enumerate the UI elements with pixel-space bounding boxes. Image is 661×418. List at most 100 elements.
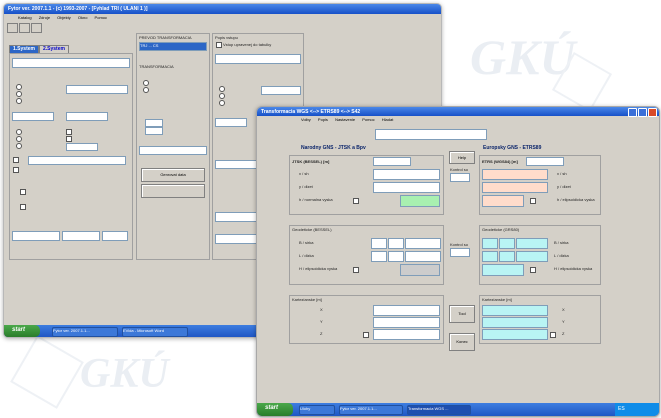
cart-left-z[interactable]	[373, 329, 440, 340]
system-input[interactable]	[12, 58, 130, 68]
search-input[interactable]	[375, 129, 487, 140]
close-icon[interactable]	[648, 108, 657, 117]
save-icon[interactable]	[31, 23, 42, 33]
param-input-1[interactable]	[145, 119, 163, 127]
radio-out-2[interactable]	[219, 93, 225, 99]
geo-right-l-sec[interactable]	[516, 251, 548, 262]
select-left-b[interactable]	[12, 112, 54, 121]
value-input[interactable]	[66, 143, 98, 151]
cart-left-y[interactable]	[373, 317, 440, 328]
menu-item-popis[interactable]: Popis	[318, 117, 328, 122]
select-ellipsoid-left[interactable]	[66, 112, 108, 121]
tab-system-2[interactable]: 2.System	[38, 45, 69, 53]
checkbox-a[interactable]	[66, 129, 72, 135]
etrs-system-select[interactable]	[526, 157, 564, 166]
geo-left-l-deg[interactable]	[371, 251, 387, 262]
etrs-h-input[interactable]	[482, 195, 524, 207]
geo-right-b-deg[interactable]	[482, 238, 498, 249]
checkbox-2[interactable]	[20, 204, 26, 210]
menu-item-pomoc[interactable]: Pomoc	[95, 15, 107, 20]
geo-right-l-deg[interactable]	[482, 251, 498, 262]
cart-left-z-check[interactable]	[363, 332, 369, 338]
tool-button[interactable]: Tool	[449, 305, 475, 323]
bottom-input-a[interactable]	[12, 231, 60, 241]
menu-item-okno[interactable]: Okno	[78, 15, 88, 20]
geo-left-l-min[interactable]	[388, 251, 404, 262]
radio-blh[interactable]	[16, 136, 22, 142]
param-input-2[interactable]	[145, 127, 163, 135]
radio-y[interactable]	[16, 91, 22, 97]
cart-right-x[interactable]	[482, 305, 548, 316]
geo-right-b-sec[interactable]	[516, 238, 548, 249]
output-input-3[interactable]	[215, 212, 257, 222]
transform-select[interactable]: TRJ ... CS	[139, 42, 207, 51]
geo-right-h-check[interactable]	[530, 267, 536, 273]
param-input-3[interactable]	[139, 146, 207, 155]
etrs-y-input[interactable]	[482, 182, 548, 193]
jtsk-h-input[interactable]	[400, 195, 440, 207]
taskbar-task-fytor[interactable]: Fytor ver. 2007.1.1...	[52, 327, 118, 337]
jtsk-system-select[interactable]	[373, 157, 411, 166]
checkbox-ekf[interactable]	[13, 167, 19, 173]
geo-right-b-min[interactable]	[499, 238, 515, 249]
output-check[interactable]	[216, 42, 222, 48]
kontrol-select-1[interactable]	[450, 173, 470, 182]
menu-item-volby[interactable]: Volby	[301, 117, 311, 122]
menu-item-pomoc[interactable]: Pomoc	[362, 117, 374, 122]
geo-left-b-sec[interactable]	[405, 238, 441, 249]
taskbar-task-transformacia[interactable]: Transformacia WGS ...	[407, 405, 471, 415]
menu-item-zdroje[interactable]: Zdroje	[39, 15, 50, 20]
start-button[interactable]: start	[4, 325, 40, 337]
secondary-button[interactable]	[141, 184, 205, 198]
cart-left-x[interactable]	[373, 305, 440, 316]
menu-item-hladat[interactable]: Hladat	[382, 117, 394, 122]
select-ellipsoid-right[interactable]	[215, 118, 247, 127]
geo-left-h-input[interactable]	[400, 264, 440, 276]
geo-right-h-input[interactable]	[482, 264, 524, 276]
output-select[interactable]	[261, 86, 301, 95]
geo-left-b-min[interactable]	[388, 238, 404, 249]
new-icon[interactable]	[7, 23, 18, 33]
menu-item-objekty[interactable]: Objekty	[57, 15, 71, 20]
radio-sjtsk[interactable]	[16, 129, 22, 135]
radio-out-3[interactable]	[219, 100, 225, 106]
radio-xyz[interactable]	[16, 143, 22, 149]
checkbox-1[interactable]	[20, 189, 26, 195]
generate-data-button[interactable]: Genrovat data	[141, 168, 205, 182]
geo-left-l-sec[interactable]	[405, 251, 441, 262]
bottom-input-c[interactable]	[102, 231, 128, 241]
konec-button[interactable]: Konec	[449, 333, 475, 351]
output-input-4[interactable]	[215, 234, 257, 244]
open-icon[interactable]	[19, 23, 30, 33]
checkbox-b[interactable]	[66, 136, 72, 142]
minimize-icon[interactable]	[628, 108, 637, 117]
select-left-a[interactable]	[66, 85, 128, 94]
output-input-2[interactable]	[215, 160, 257, 169]
checkbox-ekd[interactable]	[13, 157, 19, 163]
jtsk-x-input[interactable]	[373, 169, 440, 180]
ekd-input[interactable]	[28, 156, 126, 165]
etrs-x-input[interactable]	[482, 169, 548, 180]
jtsk-y-input[interactable]	[373, 182, 440, 193]
radio-out-1[interactable]	[219, 86, 225, 92]
cart-right-z-check[interactable]	[550, 332, 556, 338]
taskbar-task-word[interactable]: EVida - Microsoft Word	[122, 327, 188, 337]
start-button[interactable]: start	[257, 403, 293, 416]
taskbar-task-fytor[interactable]: Fytor ver. 2007.1.1...	[339, 405, 403, 415]
menu-item-katalog[interactable]: Katalog	[18, 15, 32, 20]
output-input[interactable]	[215, 54, 301, 64]
radio-x[interactable]	[16, 84, 22, 90]
kontrol-select-2[interactable]	[450, 248, 470, 257]
cart-right-z[interactable]	[482, 329, 548, 340]
radio-param-2[interactable]	[143, 87, 149, 93]
cart-right-y[interactable]	[482, 317, 548, 328]
maximize-icon[interactable]	[638, 108, 647, 117]
menu-item-nastavenie[interactable]: Nastavenie	[335, 117, 355, 122]
bottom-input-b[interactable]	[62, 231, 100, 241]
etrs-h-check[interactable]	[530, 198, 536, 204]
taskbar-task-ulohy[interactable]: Ulohy	[299, 405, 335, 415]
geo-right-l-min[interactable]	[499, 251, 515, 262]
help-button[interactable]: Help	[449, 151, 475, 164]
tab-system-1[interactable]: 1.System	[9, 45, 39, 53]
geo-left-h-check[interactable]	[353, 267, 359, 273]
